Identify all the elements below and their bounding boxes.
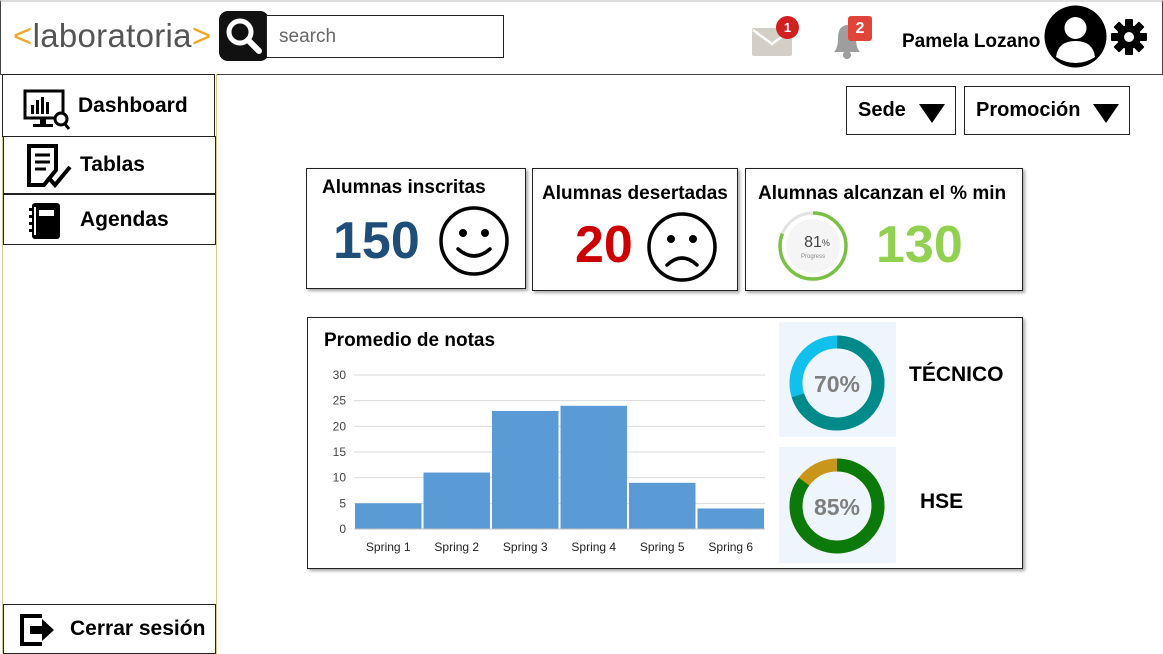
bar: [492, 410, 559, 529]
x-tick-label: Spring 3: [503, 540, 548, 554]
notebook-icon: [29, 203, 60, 239]
hse-label: HSE: [920, 490, 964, 513]
y-tick-label: 15: [333, 445, 347, 459]
sad-face-icon: [647, 212, 717, 282]
bar: [560, 405, 627, 529]
sidebar-item-label: Dashboard: [78, 93, 188, 117]
x-tick-label: Spring 2: [434, 540, 479, 554]
sidebar-item-dashboard[interactable]: Dashboard: [2, 74, 215, 137]
alcanzan-value: 130: [876, 216, 963, 274]
svg-text:Progress: Progress: [801, 254, 825, 260]
search-icon: [226, 18, 262, 54]
user-name[interactable]: Pamela Lozano: [902, 31, 1040, 53]
y-tick-label: 25: [333, 394, 347, 408]
mail-count-badge: 1: [776, 16, 799, 39]
notification-count-badge: 2: [848, 16, 872, 41]
gear-icon[interactable]: [1110, 18, 1148, 56]
x-tick-label: Spring 5: [640, 540, 685, 554]
sede-label: Sede: [858, 99, 906, 121]
chevron-down-icon: [919, 104, 945, 123]
bar: [697, 508, 764, 529]
chevron-down-icon: [1093, 104, 1119, 123]
card-alumnas-desertadas: Alumnas desertadas 20: [532, 168, 738, 291]
promedio-notas-panel: Promedio de notas 0 5 10 15 20 25 30 Spring 1 Sp…: [307, 317, 1023, 569]
donut-value: 70%: [814, 371, 860, 397]
x-tick-label: Spring 4: [571, 540, 616, 554]
card-title: Alumnas alcanzan el % min: [758, 183, 1007, 204]
y-tick-label: 0: [339, 522, 346, 536]
card-title: Alumnas desertadas: [542, 183, 728, 204]
donut-value: 85%: [814, 494, 860, 520]
sidebar-item-label: Agendas: [80, 207, 169, 231]
y-tick-label: 10: [333, 471, 347, 485]
dashboard-monitor-icon: [23, 89, 71, 130]
search-button[interactable]: [219, 11, 269, 61]
logout-button[interactable]: Cerrar sesión: [3, 604, 216, 654]
search-input[interactable]: [266, 15, 504, 58]
promocion-dropdown[interactable]: Promoción: [964, 86, 1130, 135]
tecnico-donut-box: 70%: [779, 322, 896, 437]
y-tick-label: 5: [339, 496, 346, 510]
y-tick-label: 30: [333, 368, 347, 382]
progress-ring: 81% Progress: [778, 211, 848, 281]
tecnico-label: TÉCNICO: [909, 363, 1004, 386]
promocion-label: Promoción: [976, 99, 1081, 121]
card-alumnas-inscritas: Alumnas inscritas 150: [306, 168, 526, 289]
sidebar-item-label: Tablas: [80, 153, 145, 176]
x-tick-label: Spring 6: [708, 540, 753, 554]
avatar[interactable]: [1044, 5, 1107, 68]
logout-label: Cerrar sesión: [70, 617, 206, 640]
desertadas-value: 20: [575, 216, 633, 274]
document-check-icon: [27, 144, 72, 189]
hse-donut: 85%: [789, 458, 885, 554]
sidebar-item-agendas[interactable]: Agendas: [3, 194, 216, 245]
inscritas-value: 150: [333, 212, 420, 270]
sede-dropdown[interactable]: Sede: [846, 86, 956, 135]
smiley-face-icon: [439, 206, 509, 276]
hse-donut-box: 85%: [779, 447, 896, 563]
card-title: Alumnas inscritas: [322, 177, 486, 198]
y-tick-label: 20: [333, 419, 347, 433]
bar-chart: 0 5 10 15 20 25 30 Spring 1 Spring 2 Spring 3 Spri…: [333, 368, 765, 554]
bar: [423, 472, 490, 529]
sidebar-item-tablas[interactable]: Tablas: [3, 136, 216, 194]
card-alumnas-alcanzan: Alumnas alcanzan el % min 81% Progress 1…: [745, 168, 1023, 291]
laboratoria-logo[interactable]: <laboratoria>: [13, 16, 211, 56]
tecnico-donut: 70%: [789, 335, 885, 431]
bar: [629, 482, 696, 529]
x-tick-label: Spring 1: [366, 540, 411, 554]
bar: [355, 503, 422, 529]
logout-icon: [20, 614, 54, 646]
